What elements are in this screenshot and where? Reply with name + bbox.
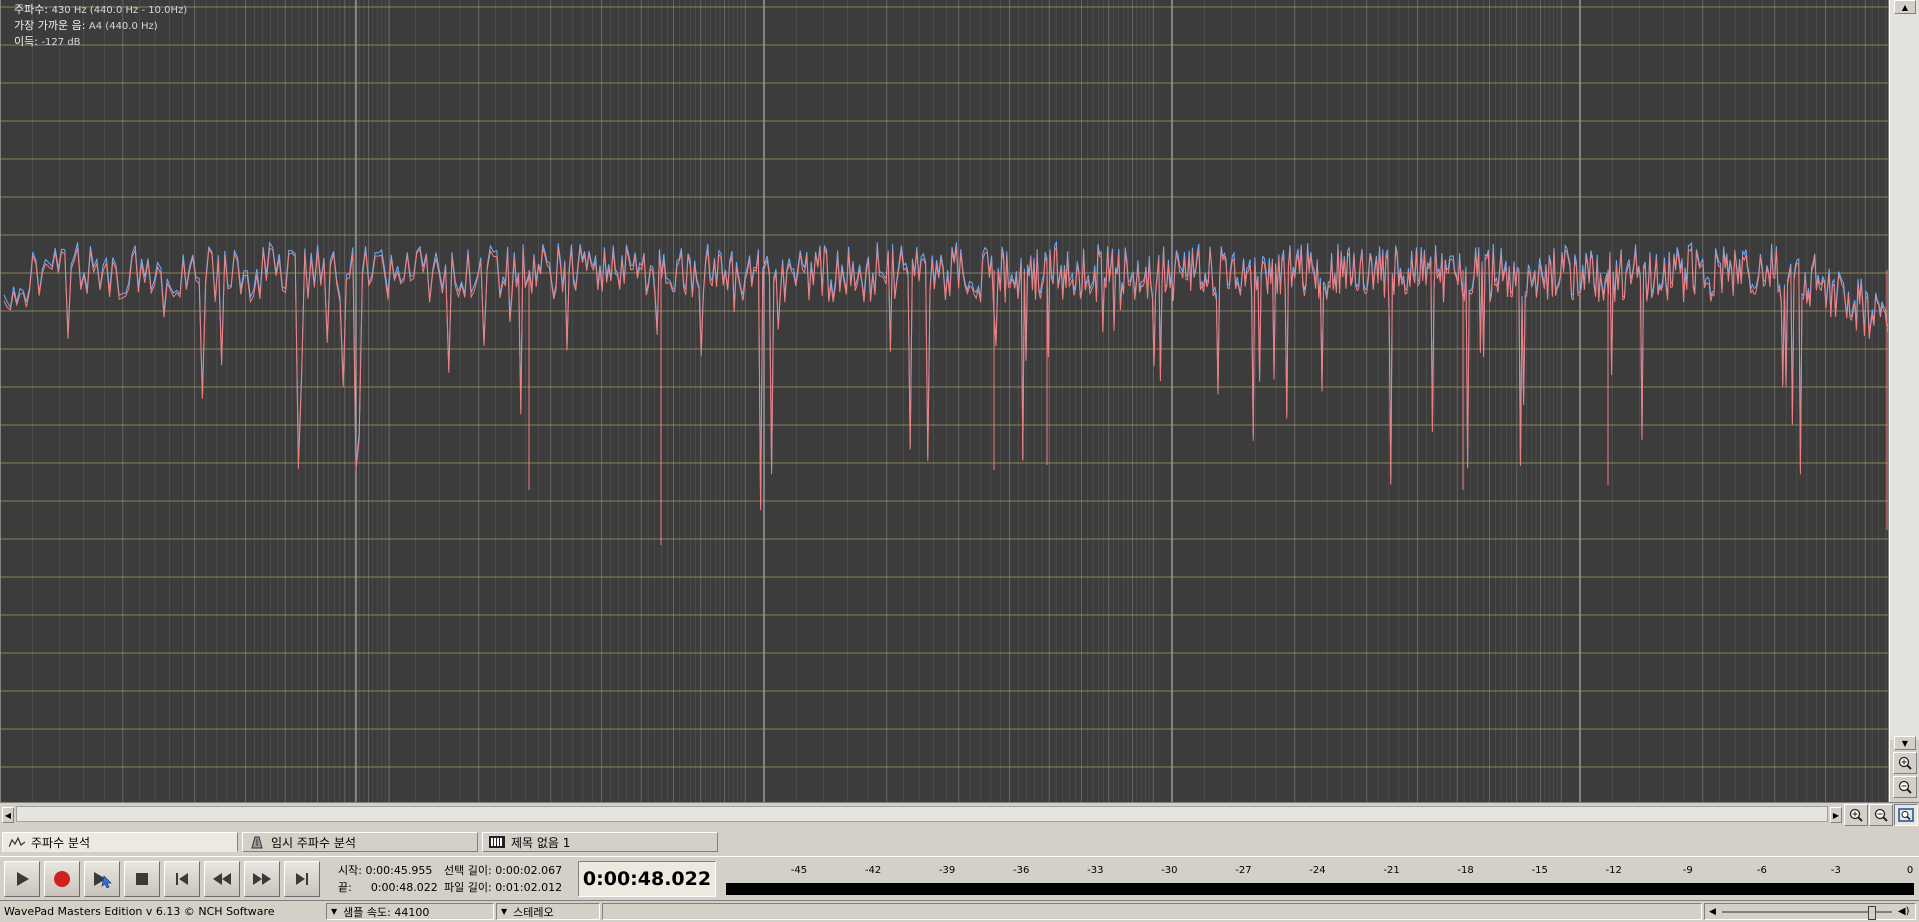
scroll-up-icon[interactable]: ▲: [1894, 0, 1916, 14]
tab-label: 임시 주파수 분석: [271, 835, 356, 850]
frequency-value: 430 Hz (440.0 Hz - 10.0Hz): [51, 5, 188, 16]
stop-icon: [136, 873, 148, 885]
selection-length-label: 선택 길이:: [444, 864, 492, 877]
sample-rate-label: 샘플 속도: 44100: [343, 905, 430, 919]
app-version: WavePad Masters Edition v 6.13 © NCH Sof…: [4, 905, 275, 918]
zoom-out-icon: [1874, 808, 1888, 822]
file-length-label: 파일 길이:: [444, 881, 492, 894]
tab-frequency-analysis[interactable]: 주파수 분석: [2, 832, 238, 852]
play-from-cursor-button[interactable]: [84, 861, 120, 897]
dropdown-arrow-icon: ▼: [501, 907, 508, 916]
start-value: 0:00:45.955: [365, 864, 433, 877]
spectrum-graph: [0, 0, 1888, 802]
status-bar: WavePad Masters Edition v 6.13 © NCH Sof…: [0, 900, 1919, 922]
level-meter-tick: -3: [1830, 865, 1841, 876]
zoom-in-icon: [1849, 808, 1863, 822]
zoom-to-fit-button[interactable]: [1894, 804, 1918, 826]
level-meter-tick: -42: [864, 865, 882, 876]
scroll-left-icon[interactable]: ◀: [2, 807, 14, 823]
level-meter-tick: -45: [790, 865, 808, 876]
volume-slider-thumb[interactable]: [1867, 905, 1876, 920]
tab-label: 제목 없음 1: [511, 835, 571, 850]
speaker-loud-icon: ◀): [1897, 906, 1910, 917]
level-meter-tick: -21: [1383, 865, 1400, 876]
level-meter-tick: -12: [1605, 865, 1622, 876]
level-meter-scale: -45 -42 -39 -36 -33 -30 -27 -24 -21 -18 -15 -12 -9 -6…: [726, 863, 1914, 877]
scroll-down-icon[interactable]: ▼: [1894, 736, 1916, 750]
play-icon: [17, 872, 29, 886]
level-meter-tick: -33: [1087, 865, 1104, 876]
horizontal-scroll-track[interactable]: [16, 806, 1828, 822]
volume-slider[interactable]: [1721, 905, 1892, 920]
audio-file-icon: [489, 835, 505, 849]
vertical-zoom-out-button[interactable]: [1893, 776, 1917, 798]
horizontal-scrollbar[interactable]: ◀ ▶: [0, 802, 1919, 826]
frequency-analysis-icon: [9, 835, 25, 849]
start-label: 시작:: [338, 864, 362, 877]
level-meter-tick: -15: [1531, 865, 1548, 876]
cursor-readout: 주파수: 430 Hz (440.0 Hz - 10.0Hz) 가장 가까운 음…: [14, 2, 187, 50]
nearest-note-label: 가장 가까운 음:: [14, 19, 86, 32]
sample-rate-selector[interactable]: ▼ 샘플 속도: 44100: [326, 903, 494, 920]
transport-bar: 시작: 0:00:45.955 끝: 0:00:48.022 선택 길이: 0:…: [0, 856, 1919, 901]
level-meter-tick: 0: [1906, 865, 1914, 876]
level-meter: -45 -42 -39 -36 -33 -30 -27 -24 -21 -18 -15 -12 -9 -6…: [726, 863, 1914, 897]
speaker-quiet-icon: ◀: [1709, 906, 1716, 917]
tab-label: 주파수 분석: [31, 835, 91, 850]
fast-forward-button[interactable]: [244, 861, 280, 897]
zoom-out-icon: [1898, 780, 1912, 794]
play-button[interactable]: [4, 861, 40, 897]
horizontal-zoom-out-button[interactable]: [1869, 804, 1893, 826]
rewind-icon: [213, 873, 231, 885]
scroll-right-icon[interactable]: ▶: [1830, 807, 1842, 823]
level-meter-tick: -18: [1457, 865, 1474, 876]
level-meter-tick: -39: [938, 865, 956, 876]
nearest-note-value: A4 (440.0 Hz): [88, 21, 158, 32]
tab-temporary-frequency-analysis[interactable]: 임시 주파수 분석: [242, 832, 478, 852]
vertical-zoom-in-button[interactable]: [1893, 752, 1917, 774]
skip-to-start-icon: [176, 873, 188, 885]
horizontal-zoom-in-button[interactable]: [1844, 804, 1868, 826]
level-meter-tick: -6: [1756, 865, 1767, 876]
current-position-display: 0:00:48.022: [578, 861, 716, 897]
fast-forward-icon: [253, 873, 271, 885]
end-label: 끝:: [338, 881, 352, 894]
selection-time-info: 시작: 0:00:45.955 끝: 0:00:48.022 선택 길이: 0:…: [328, 861, 574, 897]
rewind-button[interactable]: [204, 861, 240, 897]
channels-selector[interactable]: ▼ 스테레오: [496, 903, 600, 920]
zoom-fit-icon: [1898, 808, 1914, 822]
record-icon: [54, 871, 70, 887]
gain-label: 이득:: [14, 35, 38, 48]
status-message-area: [602, 903, 1702, 920]
frequency-spectrum-plot[interactable]: 주파수: 430 Hz (440.0 Hz - 10.0Hz) 가장 가까운 음…: [0, 0, 1889, 802]
end-value: 0:00:48.022: [370, 881, 438, 894]
document-tabs: 주파수 분석 임시 주파수 분석 제목 없음 1: [0, 830, 1919, 854]
vertical-scrollbar[interactable]: ▲ ▼: [1889, 0, 1919, 802]
record-button[interactable]: [44, 861, 80, 897]
temporary-frequency-analysis-icon: [249, 835, 265, 849]
skip-to-end-button[interactable]: [284, 861, 320, 897]
selection-length-value: 0:00:02.067: [495, 864, 563, 877]
play-from-cursor-icon: [94, 872, 112, 888]
level-meter-tick: -27: [1235, 865, 1252, 876]
volume-control[interactable]: ◀ ◀): [1704, 903, 1916, 920]
channels-label: 스테레오: [513, 905, 554, 919]
level-meter-tick: -9: [1682, 865, 1693, 876]
level-meter-bar: [726, 883, 1914, 895]
tab-untitled-1[interactable]: 제목 없음 1: [482, 832, 718, 852]
skip-to-start-button[interactable]: [164, 861, 200, 897]
gain-gridlines: [0, 6, 1888, 768]
vertical-scroll-track[interactable]: [1890, 0, 1919, 740]
dropdown-arrow-icon: ▼: [331, 907, 338, 916]
stop-button[interactable]: [124, 861, 160, 897]
level-meter-tick: -36: [1013, 865, 1030, 876]
frequency-label: 주파수:: [14, 3, 49, 16]
skip-to-end-icon: [296, 873, 308, 885]
frequency-gridlines: [0, 0, 1886, 802]
level-meter-tick: -30: [1161, 865, 1178, 876]
file-length-value: 0:01:02.012: [495, 881, 563, 894]
gain-value: -127 dB: [41, 37, 81, 48]
zoom-in-icon: [1898, 756, 1912, 770]
level-meter-tick: -24: [1309, 865, 1326, 876]
